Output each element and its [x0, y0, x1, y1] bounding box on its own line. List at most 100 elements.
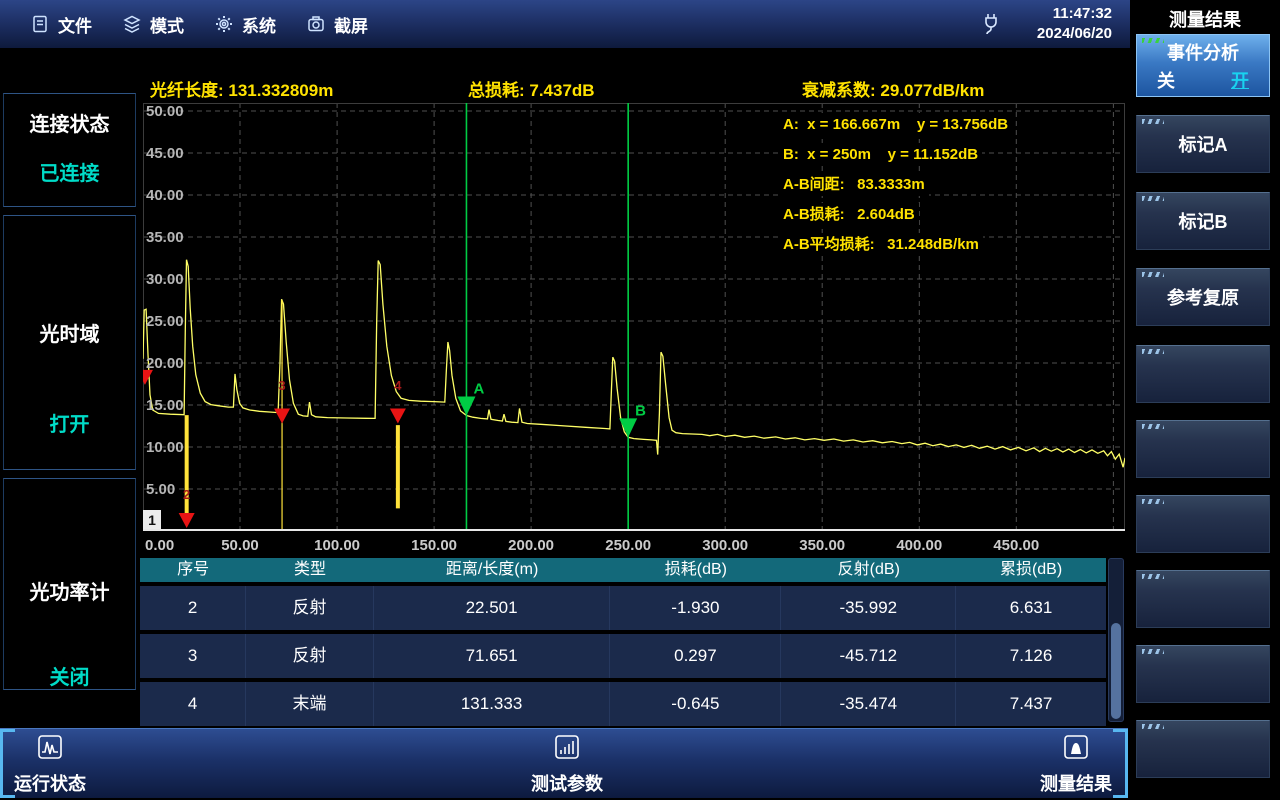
event-arrow-icon	[274, 408, 290, 423]
svg-text:3: 3	[278, 378, 285, 393]
event-analysis-on[interactable]: 开	[1231, 67, 1249, 93]
softkey-标记B[interactable]: 标记B	[1136, 192, 1270, 250]
bottom-tab-测试参数[interactable]: 测试参数	[531, 733, 603, 796]
table-header-cell: 类型	[246, 558, 374, 582]
main-area: 光纤长度: 131.332809m 总损耗: 7.437dB 衰减系数: 29.…	[140, 48, 1130, 728]
softkey-empty[interactable]	[1136, 420, 1270, 478]
left-bracket-decoration	[0, 729, 12, 798]
table-cell: 2	[140, 586, 246, 630]
menu-file[interactable]: 文件	[30, 12, 92, 37]
svg-text:B: B	[635, 402, 646, 419]
svg-text:15.00: 15.00	[146, 397, 184, 414]
corner-slashes-icon	[1142, 499, 1164, 504]
layers-icon	[122, 14, 142, 34]
status-panel-title: 连接状态	[4, 108, 135, 137]
menu-system[interactable]: 系统	[214, 12, 276, 37]
table-cell: 反射	[246, 634, 374, 678]
softkey-empty[interactable]	[1136, 495, 1270, 553]
bottom-tab-运行状态[interactable]: 运行状态	[14, 733, 86, 796]
table-row[interactable]: 4末端131.333-0.645-35.4747.437	[140, 682, 1106, 726]
table-cell: 7.437	[956, 682, 1106, 726]
svg-text:35.00: 35.00	[146, 229, 184, 246]
event-analysis-title: 事件分析	[1167, 39, 1239, 65]
table-row[interactable]: 2反射22.501-1.930-35.9926.631	[140, 586, 1106, 630]
table-cell: -1.930	[610, 586, 781, 630]
softkey-empty[interactable]	[1136, 345, 1270, 403]
svg-text:40.00: 40.00	[146, 187, 184, 204]
svg-text:300.00: 300.00	[702, 537, 748, 554]
svg-text:150.00: 150.00	[411, 537, 457, 554]
event-table: 序号类型距离/长度(m)损耗(dB)反射(dB)累损(dB)2反射22.501-…	[140, 558, 1128, 726]
table-scrollbar-thumb[interactable]	[1111, 623, 1121, 719]
top-menu-bar: 文件 模式 系统 截屏 11:47:32 2024/06/	[0, 0, 1130, 48]
stat-attenuation: 衰减系数: 29.077dB/km	[802, 76, 984, 101]
table-header-cell: 序号	[140, 558, 246, 582]
table-cell: -45.712	[781, 634, 956, 678]
corner-slashes-icon	[1142, 272, 1164, 277]
file-icon	[30, 14, 50, 34]
menu-screenshot-label: 截屏	[334, 12, 368, 37]
run-status-icon	[34, 733, 66, 768]
svg-text:250.00: 250.00	[605, 537, 651, 554]
measure-result-icon	[1060, 733, 1092, 768]
menu-mode[interactable]: 模式	[122, 12, 184, 37]
softkey-empty[interactable]	[1136, 570, 1270, 628]
table-cell: -35.992	[781, 586, 956, 630]
softkey-empty[interactable]	[1136, 645, 1270, 703]
clock: 11:47:32 2024/06/20	[1037, 4, 1112, 44]
clock-date: 2024/06/20	[1037, 24, 1112, 44]
right-bracket-decoration	[1116, 729, 1128, 798]
svg-text:100.00: 100.00	[314, 537, 360, 554]
status-panel-title: 光功率计	[4, 576, 135, 605]
svg-text:45.00: 45.00	[146, 145, 184, 162]
table-cell: 131.333	[374, 682, 611, 726]
event-arrow-icon	[390, 408, 406, 423]
svg-text:350.00: 350.00	[799, 537, 845, 554]
table-cell: 6.631	[956, 586, 1106, 630]
softkey-参考复原[interactable]: 参考复原	[1136, 268, 1270, 326]
status-panel-title: 光时域	[4, 318, 135, 347]
softkey-empty[interactable]	[1136, 720, 1270, 778]
table-cell: 3	[140, 634, 246, 678]
table-header-cell: 反射(dB)	[781, 558, 956, 582]
softkey-label: 标记A	[1179, 131, 1228, 157]
table-cell: 0.297	[610, 634, 781, 678]
otdr-trace-chart[interactable]: 1234AB5.0010.0015.0020.0025.0030.0035.00…	[143, 103, 1125, 555]
event-arrow-icon	[179, 513, 195, 528]
softkey-label: 参考复原	[1167, 284, 1239, 310]
status-panel-value: 打开	[4, 408, 135, 437]
corner-slashes-icon	[1142, 424, 1164, 429]
event-analysis-off[interactable]: 关	[1157, 67, 1175, 93]
corner-slashes-icon	[1142, 724, 1164, 729]
cursor-triangle-icon	[457, 396, 475, 415]
svg-text:4: 4	[394, 378, 402, 393]
corner-slashes-icon	[1142, 574, 1164, 579]
svg-text:30.00: 30.00	[146, 271, 184, 288]
status-panel-2[interactable]: 光功率计 关闭	[3, 478, 136, 690]
svg-text:50.00: 50.00	[146, 103, 184, 120]
table-cell: 71.651	[374, 634, 611, 678]
x-axis-line	[143, 529, 1125, 531]
plug-icon	[980, 12, 1002, 41]
gear-icon	[214, 14, 234, 34]
status-panel-value: 已连接	[4, 157, 135, 186]
svg-text:1: 1	[148, 512, 156, 528]
menu-screenshot[interactable]: 截屏	[306, 12, 368, 37]
softkey-标记A[interactable]: 标记A	[1136, 115, 1270, 173]
right-softkey-panel: 测量结果 事件分析 关 开 标记A 标记B 参考复原	[1130, 0, 1280, 800]
cursor-annotations: A: x = 166.667m y = 13.756dBB: x = 250m …	[779, 113, 1012, 263]
event-analysis-button[interactable]: 事件分析 关 开	[1136, 34, 1270, 97]
bottom-tab-测量结果[interactable]: 测量结果	[1040, 733, 1112, 796]
svg-text:450.00: 450.00	[993, 537, 1039, 554]
table-row[interactable]: 3反射71.6510.297-45.7127.126	[140, 634, 1106, 678]
svg-text:A: A	[473, 380, 484, 397]
table-cell: 反射	[246, 586, 374, 630]
status-panel-0[interactable]: 连接状态 已连接	[3, 93, 136, 207]
table-cell: -0.645	[610, 682, 781, 726]
table-scrollbar[interactable]	[1108, 558, 1124, 722]
table-header-cell: 距离/长度(m)	[374, 558, 611, 582]
cursor-triangle-icon	[619, 418, 637, 437]
table-header-row: 序号类型距离/长度(m)损耗(dB)反射(dB)累损(dB)	[140, 558, 1106, 582]
test-params-icon	[551, 733, 583, 768]
status-panel-1[interactable]: 光时域 打开	[3, 215, 136, 470]
